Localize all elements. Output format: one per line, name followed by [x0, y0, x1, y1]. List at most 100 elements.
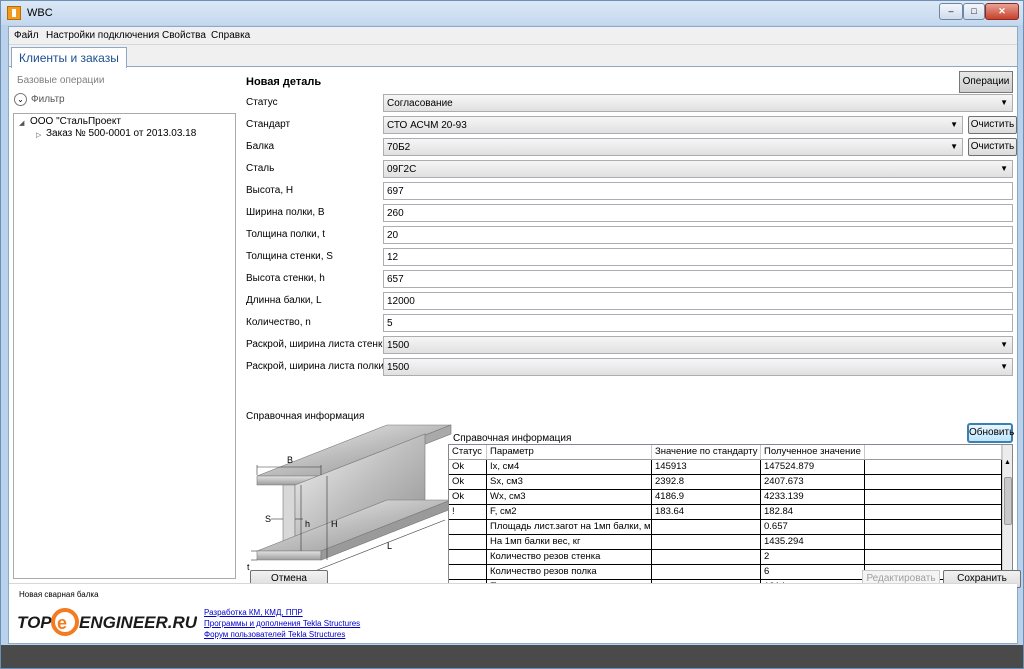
menu-connection-settings[interactable]: Настройки подключения	[46, 30, 159, 41]
cell-standard-value[interactable]	[652, 550, 761, 565]
cell-standard-value[interactable]	[652, 520, 761, 535]
cell-status[interactable]: Ok	[449, 490, 487, 505]
flange-thickness-input[interactable]: 20	[383, 226, 1013, 244]
cell-obtained-value[interactable]: 4233.139	[761, 490, 865, 505]
link-tekla-forum[interactable]: Форум пользователей Tekla Structures	[204, 630, 345, 639]
cell-obtained-value[interactable]: 182.84	[761, 505, 865, 520]
web-height-input[interactable]: 657	[383, 270, 1013, 288]
flange-sheet-width-select[interactable]: 1500 ▼	[383, 358, 1013, 376]
tab-clients-orders[interactable]: Клиенты и заказы	[11, 47, 127, 68]
column-header-status[interactable]: Статус	[449, 445, 487, 460]
height-input[interactable]: 697	[383, 182, 1013, 200]
tree-expanded-icon[interactable]: ◢	[19, 119, 24, 127]
status-select[interactable]: Согласование ▼	[383, 94, 1013, 112]
cell-standard-value[interactable]: 4186.9	[652, 490, 761, 505]
cell-parameter[interactable]: Площадь лист.загот на 1мп балки, м2	[487, 520, 652, 535]
length-input[interactable]: 12000	[383, 292, 1013, 310]
maximize-button[interactable]: □	[963, 3, 985, 20]
cell-status[interactable]: Ok	[449, 460, 487, 475]
cell-parameter[interactable]: Количество резов полка	[487, 565, 652, 580]
cell-parameter[interactable]: Wx, см3	[487, 490, 652, 505]
app-window: WBC – □ ✕ Файл Настройки подключения Сво…	[0, 0, 1024, 669]
cell-status[interactable]: !	[449, 505, 487, 520]
select-value: 09Г2С	[387, 164, 417, 175]
cell-standard-value[interactable]: 145913	[652, 460, 761, 475]
dimension-s-label: S	[265, 514, 271, 524]
cell-empty[interactable]	[865, 505, 1002, 520]
scroll-thumb[interactable]	[1004, 477, 1012, 525]
cell-obtained-value[interactable]: 0.657	[761, 520, 865, 535]
web-thickness-input[interactable]: 12	[383, 248, 1013, 266]
field-label: Длинна балки, L	[246, 295, 322, 306]
field-label: Высота, H	[246, 185, 294, 196]
cell-status[interactable]	[449, 520, 487, 535]
cell-obtained-value[interactable]: 147524.879	[761, 460, 865, 475]
field-label: Толщина стенки, S	[246, 251, 333, 262]
cell-status[interactable]: Ok	[449, 475, 487, 490]
cell-standard-value[interactable]: 183.64	[652, 505, 761, 520]
reference-grid: Статус Параметр Значение по стандарту По…	[448, 444, 1013, 590]
field-label: Сталь	[246, 163, 275, 174]
cell-standard-value[interactable]	[652, 535, 761, 550]
cell-status[interactable]	[449, 550, 487, 565]
cell-empty[interactable]	[865, 475, 1002, 490]
field-label: Стандарт	[246, 119, 291, 130]
dimension-h-label: h	[305, 519, 310, 529]
cell-status[interactable]	[449, 535, 487, 550]
flange-width-input[interactable]: 260	[383, 204, 1013, 222]
field-length: Длинна балки, L 12000	[246, 292, 1013, 310]
cell-parameter[interactable]: Sx, см3	[487, 475, 652, 490]
cell-parameter[interactable]: Количество резов стенка	[487, 550, 652, 565]
column-header-parameter[interactable]: Параметр	[487, 445, 652, 460]
select-value: 1500	[387, 362, 410, 373]
tree-item-client[interactable]: ООО "СтальПроект	[30, 116, 121, 127]
cell-obtained-value[interactable]: 1435.294	[761, 535, 865, 550]
standard-select[interactable]: СТО АСЧМ 20-93 ▼	[383, 116, 963, 134]
i-beam-diagram: B S h H L t	[247, 424, 452, 572]
cell-parameter[interactable]: F, см2	[487, 505, 652, 520]
column-header-empty[interactable]	[865, 445, 1002, 460]
cell-obtained-value[interactable]: 2	[761, 550, 865, 565]
beam-select[interactable]: 70Б2 ▼	[383, 138, 963, 156]
cell-standard-value[interactable]	[652, 565, 761, 580]
topengineer-logo[interactable]: TOP e ENGINEER.RU	[17, 604, 197, 638]
tree-item-order[interactable]: Заказ № 500-0001 от 2013.03.18	[46, 128, 196, 139]
column-header-standard-value[interactable]: Значение по стандарту	[652, 445, 761, 460]
tree-collapsed-icon[interactable]: ▷	[36, 131, 41, 139]
cell-parameter[interactable]: На 1мп балки вес, кг	[487, 535, 652, 550]
refresh-button[interactable]: Обновить	[967, 423, 1014, 443]
cell-obtained-value[interactable]: 2407.673	[761, 475, 865, 490]
menu-help[interactable]: Справка	[211, 30, 250, 41]
cell-standard-value[interactable]: 2392.8	[652, 475, 761, 490]
operations-button[interactable]: Операции	[959, 71, 1013, 93]
cell-empty[interactable]	[865, 550, 1002, 565]
steel-select[interactable]: 09Г2С ▼	[383, 160, 1013, 178]
web-sheet-width-select[interactable]: 1500 ▼	[383, 336, 1013, 354]
clear-standard-button[interactable]: Очистить	[968, 116, 1017, 134]
link-tekla-programs[interactable]: Программы и дополнения Tekla Structures	[204, 619, 360, 628]
close-button[interactable]: ✕	[985, 3, 1019, 20]
dimension-b-label: B	[287, 455, 293, 465]
link-km-kmd-ppr[interactable]: Разработка КМ, КМД, ППР	[204, 608, 303, 617]
cell-empty[interactable]	[865, 460, 1002, 475]
minimize-button[interactable]: –	[939, 3, 963, 20]
cell-empty[interactable]	[865, 535, 1002, 550]
cell-status[interactable]	[449, 565, 487, 580]
field-flange-thickness: Толщина полки, t 20	[246, 226, 1013, 244]
field-height: Высота, H 697	[246, 182, 1013, 200]
page-title: Новая деталь	[246, 76, 322, 88]
column-header-obtained-value[interactable]: Полученное значение	[761, 445, 865, 460]
quantity-input[interactable]: 5	[383, 314, 1013, 332]
menu-properties[interactable]: Свойства	[162, 30, 206, 41]
title-bar: WBC – □ ✕	[1, 1, 1023, 25]
cell-obtained-value[interactable]: 6	[761, 565, 865, 580]
cell-empty[interactable]	[865, 490, 1002, 505]
reference-panel-title: Справочная информация	[453, 433, 572, 444]
grid-scrollbar[interactable]: ▲ ▼	[1002, 445, 1012, 589]
cell-empty[interactable]	[865, 520, 1002, 535]
cell-parameter[interactable]: Ix, см4	[487, 460, 652, 475]
menu-file[interactable]: Файл	[14, 30, 39, 41]
scroll-up-icon[interactable]: ▲	[1004, 459, 1011, 466]
clear-beam-button[interactable]: Очистить	[968, 138, 1017, 156]
field-label: Ширина полки, B	[246, 207, 325, 218]
